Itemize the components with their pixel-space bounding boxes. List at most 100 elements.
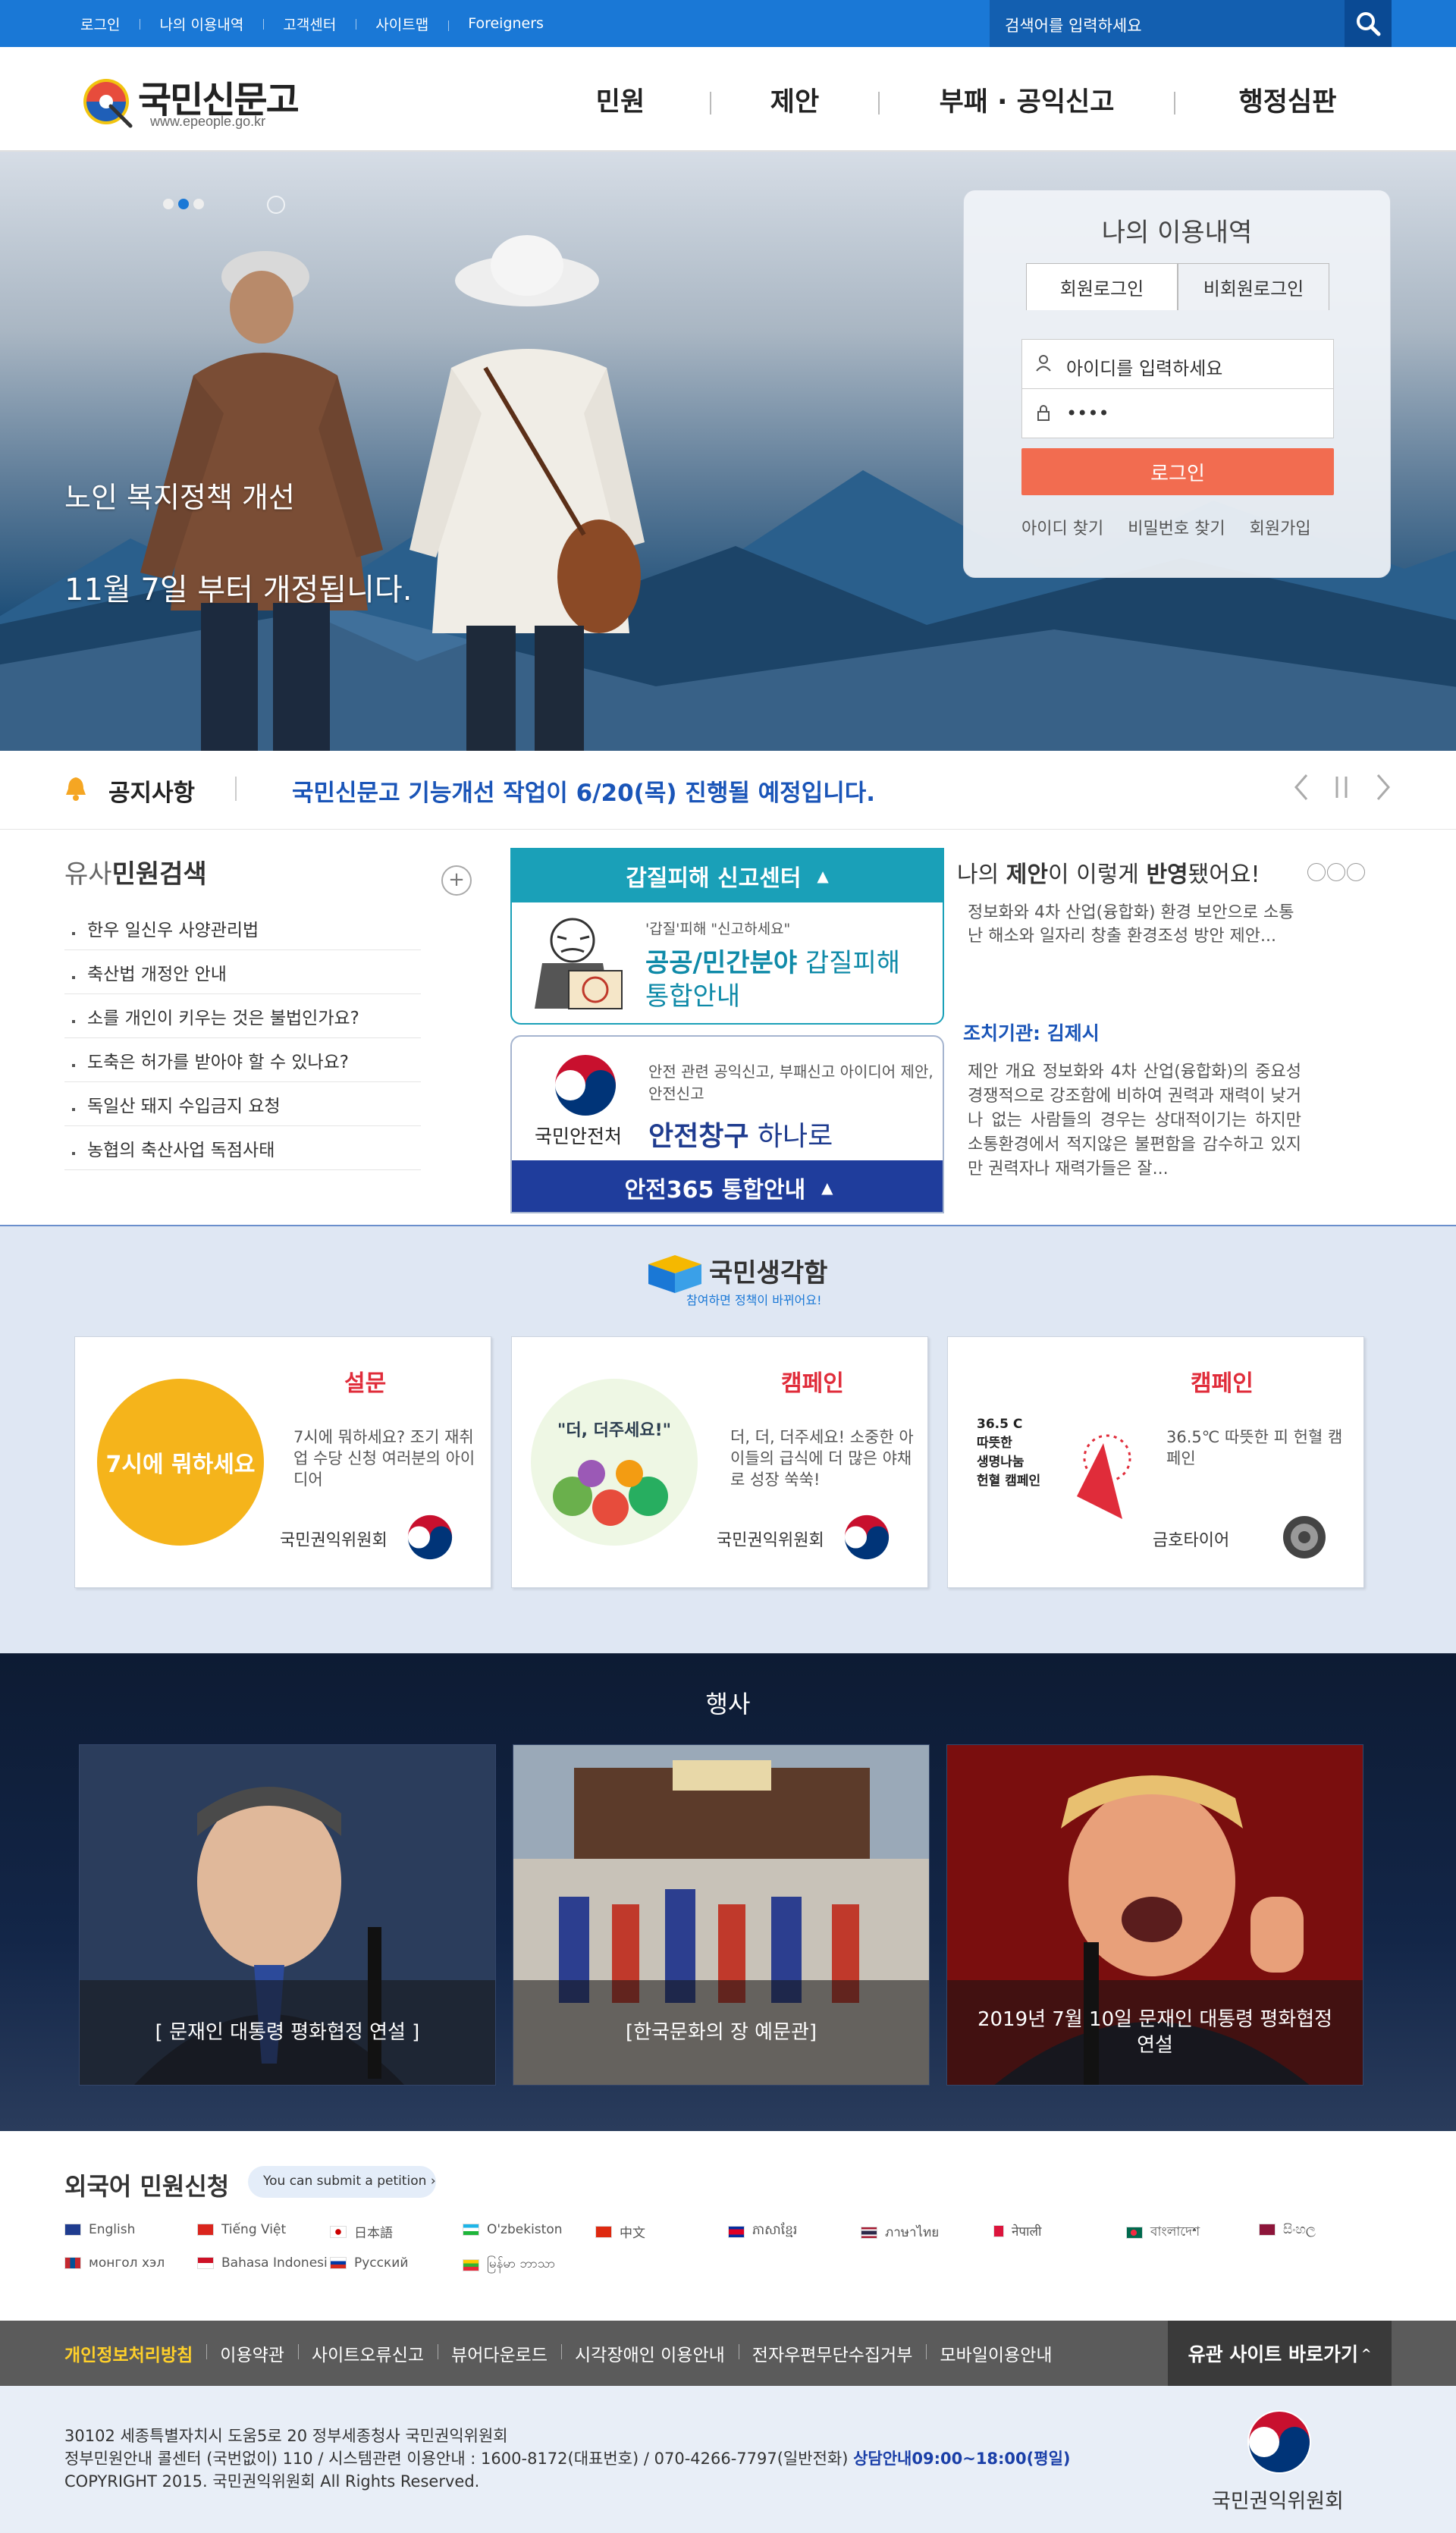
lang-indonesian[interactable]: Bahasa Indonesi xyxy=(197,2255,328,2271)
search-button[interactable] xyxy=(1345,0,1392,47)
lang-khmer[interactable]: ភាសាខ្មែរ xyxy=(728,2222,797,2241)
list-item[interactable]: 도축은 허가를 받아야 할 수 있나요? xyxy=(64,1038,421,1082)
proposal-summary[interactable]: 정보화와 4차 산업(융합화) 환경 보안으로 소통난 해소와 일자리 창출 환… xyxy=(968,901,1301,948)
nav-complaint[interactable]: 민원 xyxy=(531,80,710,119)
email-refusal-link[interactable]: 전자우편무단수집거부 xyxy=(738,2340,927,2366)
gabjil-report-center[interactable]: 갑질피해 신고센터 ▲ '갑질'피해 "신고하세요" 공공/민간분야 갑질피해 … xyxy=(510,848,944,1025)
customer-center-link[interactable]: 고객센터 xyxy=(263,14,356,34)
nav-proposal[interactable]: 제안 xyxy=(711,80,878,119)
tab-guest-login[interactable]: 비회원로그인 xyxy=(1178,263,1329,310)
viewer-download-link[interactable]: 뷰어다운로드 xyxy=(438,2340,561,2366)
campaign-card[interactable]: "더, 더주세요!" 캠페인 더, 더, 더주세요! 소중한 아이들의 급식에 … xyxy=(511,1336,928,1588)
event-card[interactable]: [ 문재인 대통령 평화협정 연설 ] xyxy=(79,1744,496,2086)
safety-desc: 안전 관련 공익신고, 부패신고 아이디어 제안, 안전신고 xyxy=(648,1062,934,1103)
events-title: 행사 xyxy=(705,1690,751,1718)
my-history-link[interactable]: 나의 이용내역 xyxy=(140,14,263,34)
site-header: 국민신문고 www.epeople.go.kr 민원 제안 부패 · 공익신고 … xyxy=(0,47,1456,152)
lang-vietnamese[interactable]: Tiếng Việt xyxy=(197,2222,286,2237)
submit-petition-button[interactable]: You can submit a petition › xyxy=(248,2166,436,2198)
tab-member-login[interactable]: 회원로그인 xyxy=(1026,263,1178,310)
footer-copyright: COPYRIGHT 2015. 국민권익위원회 All Rights Reser… xyxy=(64,2472,480,2491)
card3-art-line3: 생명나눔 xyxy=(977,1455,1025,1470)
terms-link[interactable]: 이용약관 xyxy=(206,2340,298,2366)
nav-admin-appeal[interactable]: 행정심판 xyxy=(1175,80,1400,119)
slider-dot-active[interactable] xyxy=(178,199,189,209)
survey-card[interactable]: 7시에 뭐하세요 설문 7시에 뭐하세요? 조기 재취업 수당 신청 여러분의 … xyxy=(74,1336,491,1588)
list-item[interactable]: 축산법 개정안 안내 xyxy=(64,950,421,994)
card-desc: 7시에 뭐하세요? 조기 재취업 수당 신청 여러분의 아이디어 xyxy=(293,1428,475,1489)
lang-thai[interactable]: ภาษาไทย xyxy=(861,2222,939,2243)
sitemap-link[interactable]: 사이트맵 xyxy=(356,14,448,34)
user-icon xyxy=(1036,355,1051,372)
svg-text:"더, 더주세요!": "더, 더주세요!" xyxy=(557,1421,671,1440)
proposal-detail[interactable]: 제안 개요 정보화와 4차 산업(융합화)의 중요성 경쟁적으로 강조함에 비하… xyxy=(968,1060,1301,1182)
lang-myanmar[interactable]: မြန်မာ ဘာသာ xyxy=(463,2255,555,2274)
list-item[interactable]: 소를 개인이 키우는 것은 불법인가요? xyxy=(64,994,421,1038)
cartoon-illustration xyxy=(535,918,623,1009)
gabjil-header: 갑질피해 신고센터 ▲ xyxy=(512,849,943,902)
lang-bengali[interactable]: বাংলাদেশ xyxy=(1126,2222,1200,2243)
caret-up-icon: ^ xyxy=(1361,2346,1372,2361)
mobile-guide-link[interactable]: 모바일이용안내 xyxy=(926,2340,1065,2366)
footer-info: 30102 세종특별자치시 도움5로 20 정부세종청사 국민권익위원회 정부민… xyxy=(0,2386,1456,2533)
campaign-card[interactable]: 36.5 C 따뜻한 생명나눔 헌혈 캠페인 캠페인 36.5℃ 따뜻한 피 헌… xyxy=(947,1336,1364,1588)
lang-russian[interactable]: Русский xyxy=(330,2255,408,2271)
vegetable-campaign-illustration: "더, 더주세요!" xyxy=(531,1379,698,1546)
error-report-link[interactable]: 사이트오류신고 xyxy=(297,2340,438,2366)
blood-donation-illustration: 36.5 C 따뜻한 생명나눔 헌혈 캠페인 xyxy=(977,1417,1131,1519)
safety-org-name: 국민안전처 xyxy=(535,1125,623,1147)
slider-dot[interactable] xyxy=(163,199,174,209)
notice-label: 공지사항 xyxy=(108,780,196,807)
more-plus-button[interactable]: + xyxy=(441,865,472,896)
people-thinking-logo[interactable]: 국민생각함 참여하면 정책이 바뀌어요! xyxy=(648,1249,830,1310)
accessibility-link[interactable]: 시각장애인 이용안내 xyxy=(561,2340,739,2366)
event-caption: [ 문재인 대통령 평화협정 연설 ] xyxy=(80,1980,495,2085)
password-field[interactable]: •••• xyxy=(1021,388,1334,438)
russia-flag-icon xyxy=(330,2257,347,2269)
lang-english[interactable]: English xyxy=(64,2222,135,2237)
login-button[interactable]: 로그인 xyxy=(1021,448,1334,495)
play-icon[interactable] xyxy=(267,196,285,214)
card3-art-line1: 36.5 C xyxy=(977,1417,1022,1432)
svg-text:7시에 뭐하세요: 7시에 뭐하세요 xyxy=(106,1452,256,1478)
list-item[interactable]: 독일산 돼지 수입금지 요청 xyxy=(64,1082,421,1126)
next-circle-icon[interactable] xyxy=(1347,863,1365,881)
id-field[interactable]: 아이디를 입력하세요 xyxy=(1021,339,1334,389)
lang-japanese[interactable]: 日本語 xyxy=(330,2222,393,2241)
nepal-flag-icon xyxy=(993,2224,1004,2237)
event-card[interactable]: [한국문화의 장 예문관] xyxy=(513,1744,930,2086)
safety-title: 안전창구 하나로 xyxy=(648,1121,833,1152)
safety-window[interactable]: 국민안전처 안전 관련 공익신고, 부패신고 아이디어 제안, 안전신고 안전창… xyxy=(510,1035,944,1213)
foreigners-link[interactable]: Foreigners xyxy=(448,15,563,32)
find-password-link[interactable]: 비밀번호 찾기 xyxy=(1128,515,1225,539)
card3-art-line2: 따뜻한 xyxy=(977,1436,1012,1451)
slider-dot[interactable] xyxy=(193,199,204,209)
footer-links-bar: 개인정보처리방침 이용약관 사이트오류신고 뷰어다운로드 시각장애인 이용안내 … xyxy=(0,2321,1456,2386)
lang-chinese[interactable]: 中文 xyxy=(595,2222,645,2241)
lang-uzbek[interactable]: O'zbekiston xyxy=(463,2222,563,2237)
list-item[interactable]: 농협의 축산사업 독점사태 xyxy=(64,1126,421,1170)
prev-circle-icon[interactable] xyxy=(1307,863,1326,881)
site-logo[interactable]: 국민신문고 www.epeople.go.kr xyxy=(77,65,320,141)
list-item[interactable]: 한우 일신우 사양관리법 xyxy=(64,906,421,950)
event-card[interactable]: 2019년 7월 10일 문재인 대통령 평화협정 연설 xyxy=(946,1744,1363,2086)
gabjil-subtitle: 통합안내 xyxy=(645,981,741,1012)
lang-nepali[interactable]: नेपाली xyxy=(993,2222,1041,2240)
lang-mongolian[interactable]: монгол хэл xyxy=(64,2255,165,2271)
notice-controls[interactable] xyxy=(1293,772,1392,802)
login-link[interactable]: 로그인 xyxy=(61,14,140,34)
card-org: 국민권익위원회 xyxy=(280,1531,388,1550)
search-input[interactable]: 검색어를 입력하세요 xyxy=(990,0,1345,47)
notice-text[interactable]: 국민신문고 기능개선 작업이 6/20(목) 진행될 예정입니다. xyxy=(292,774,875,808)
related-sites-button[interactable]: 유관 사이트 바로가기 ^ xyxy=(1168,2321,1392,2386)
privacy-policy-link[interactable]: 개인정보처리방침 xyxy=(64,2340,206,2366)
uk-flag-icon xyxy=(64,2224,81,2236)
box-logo-icon xyxy=(648,1255,701,1293)
logo-emblem-icon xyxy=(83,79,133,128)
find-id-link[interactable]: 아이디 찾기 xyxy=(1021,515,1103,539)
nav-corruption-report[interactable]: 부패 · 공익신고 xyxy=(880,80,1174,119)
join-link[interactable]: 회원가입 xyxy=(1250,515,1311,539)
play-circle-icon[interactable] xyxy=(1327,863,1345,881)
safety365-button[interactable]: 안전365 통합안내 ▲ xyxy=(512,1160,943,1212)
lang-sinhala[interactable]: සිංහල xyxy=(1259,2222,1316,2237)
